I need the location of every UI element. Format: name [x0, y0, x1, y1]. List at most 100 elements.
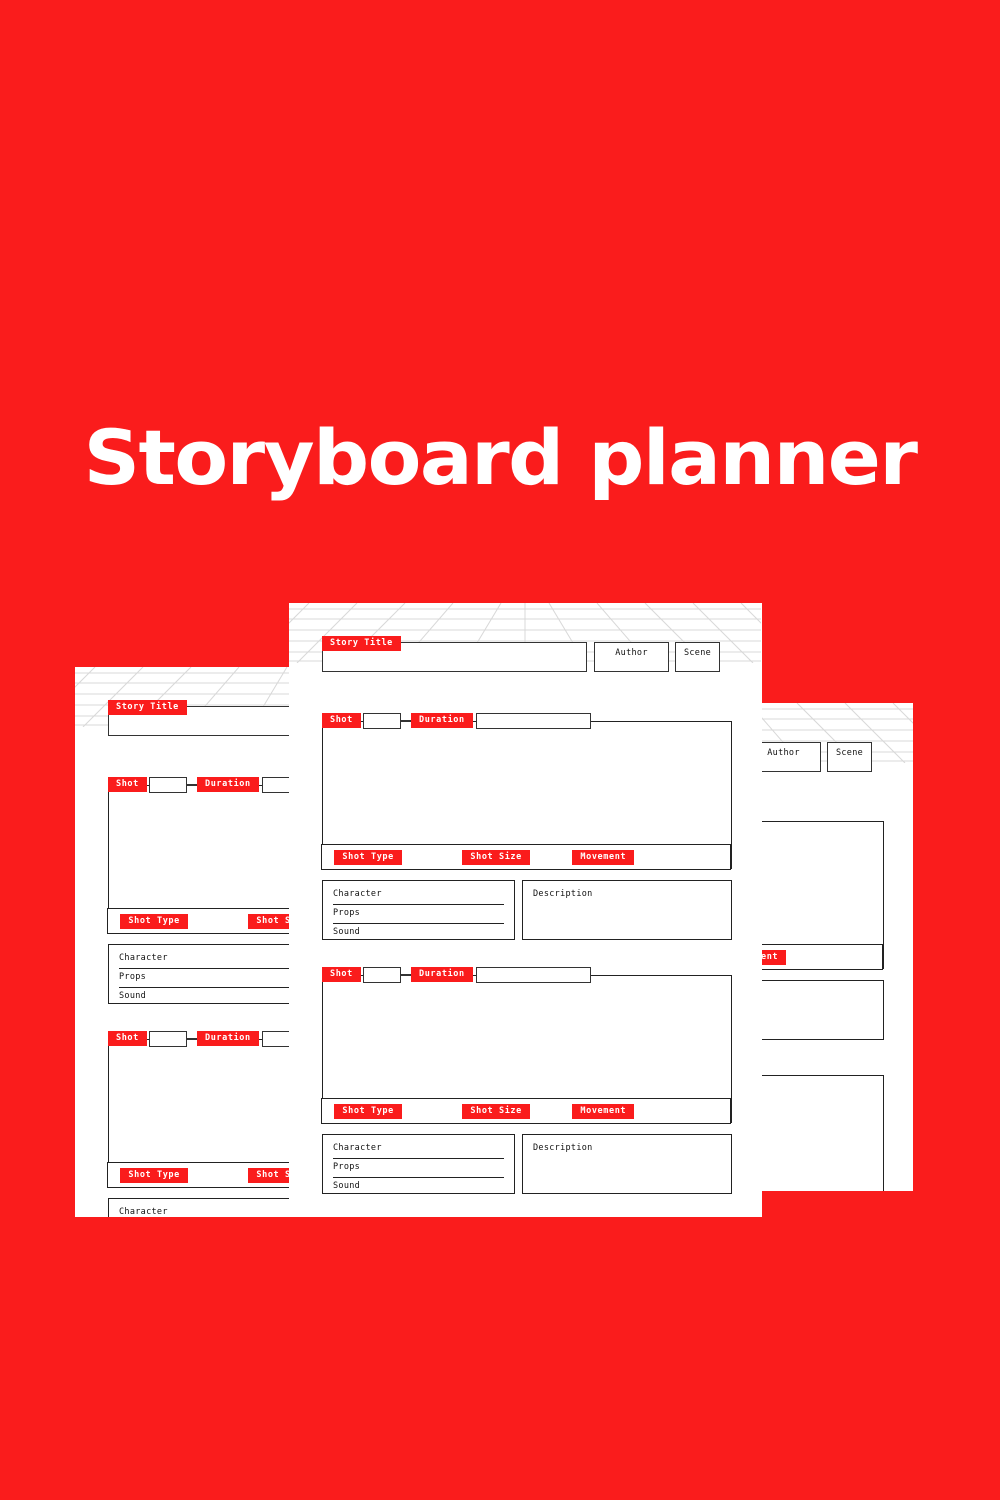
shot-header-row: Shot Duration: [322, 713, 732, 729]
character-props-sound-box[interactable]: Character Props Sound: [322, 1134, 515, 1194]
character-props-sound-box[interactable]: Character Props Sound: [108, 1198, 290, 1217]
shot-label: Shot: [108, 777, 147, 792]
sound-label: Sound: [333, 927, 361, 937]
scene-field[interactable]: Scene: [675, 642, 720, 672]
sound-label: Sound: [119, 991, 147, 1001]
storyboard-frame-canvas[interactable]: Shot Type Shot Size Movement: [321, 975, 732, 1124]
movement-label: Movement: [762, 949, 787, 965]
shot-block: Shot Duration Shot Type Shot Size Moveme…: [762, 1067, 884, 1191]
character-label: Character: [333, 1142, 504, 1159]
shot-block: Shot Duration Shot Type Shot Size Moveme…: [321, 967, 732, 1194]
character-props-sound-box[interactable]: Character Props Sound: [108, 944, 290, 1004]
storyboard-sheet-left: Story Title Author Scene Shot Duration S…: [75, 667, 290, 1217]
shot-label: Shot: [322, 713, 361, 728]
movement-label: Movement: [572, 1103, 635, 1119]
shot-block: Shot Duration Shot Type Shot Size Moveme…: [762, 813, 884, 1040]
shot-type-label: Shot Type: [120, 913, 188, 929]
shot-size-label: Shot Size: [462, 849, 530, 865]
shot-block: Shot Duration Shot Type Shot Size Moveme…: [107, 1031, 290, 1217]
sheet-content: Story Title Author Scene Shot Duration S…: [762, 703, 913, 1191]
shot-number-input[interactable]: [363, 967, 401, 983]
connector-dash-icon: [401, 974, 411, 976]
shot-attributes-bar: Shot Type Shot Size Movement: [107, 907, 290, 934]
scene-label: Scene: [835, 748, 864, 758]
description-box[interactable]: Description: [522, 880, 732, 940]
character-label: Character: [333, 888, 504, 905]
connector-dash-icon: [187, 1038, 197, 1040]
shot-details-row: Character Props Sound Description: [108, 944, 290, 1004]
sheet-header: Story Title Author Scene: [762, 736, 884, 772]
shot-size-label: Shot Size: [248, 1167, 290, 1183]
props-label: Props: [333, 1161, 504, 1178]
storyboard-frame-canvas[interactable]: Shot Type Shot Size Movement: [107, 785, 290, 934]
description-label: Description: [762, 988, 873, 1001]
storyboard-frame-canvas[interactable]: Shot Type Shot Size Movement: [762, 821, 884, 970]
shot-details-row: Character Props Sound Description: [322, 880, 732, 940]
duration-input[interactable]: [476, 713, 591, 729]
duration-input[interactable]: [262, 777, 290, 793]
page-title: Storyboard planner: [83, 413, 918, 502]
connector-dash-icon: [401, 720, 411, 722]
shot-number-input[interactable]: [149, 1031, 187, 1047]
movement-label: Movement: [572, 849, 635, 865]
props-label: Props: [119, 971, 290, 988]
character-label: Character: [119, 1206, 290, 1217]
connector-dash-icon: [187, 784, 197, 786]
page-title-container: Storyboard planner: [0, 408, 1000, 508]
storyboard-frame-canvas[interactable]: Shot Type Shot Size Movement: [321, 721, 732, 870]
story-title-label: Story Title: [108, 700, 187, 715]
story-title-label: Story Title: [322, 636, 401, 651]
shot-size-label: Shot Size: [462, 1103, 530, 1119]
duration-label: Duration: [197, 777, 259, 792]
shot-label: Shot: [322, 967, 361, 982]
author-label: Author: [767, 748, 800, 758]
shot-size-label: Shot Size: [248, 913, 290, 929]
character-label: Character: [119, 952, 290, 969]
duration-label: Duration: [411, 967, 473, 982]
storyboard-sheet-right: Story Title Author Scene Shot Duration S…: [762, 703, 913, 1191]
storyboard-sheet-center: Story Title Author Scene Shot Duration S…: [289, 603, 762, 1217]
shot-number-input[interactable]: [149, 777, 187, 793]
description-box[interactable]: Description: [522, 1134, 732, 1194]
shot-type-label: Shot Type: [334, 1103, 402, 1119]
duration-label: Duration: [197, 1031, 259, 1046]
shot-header-row: Shot Duration: [762, 813, 884, 829]
scene-field[interactable]: Scene: [827, 742, 872, 772]
shot-block: Shot Duration Shot Type Shot Size Moveme…: [107, 777, 290, 1004]
sheet-header: Story Title Author Scene: [322, 636, 732, 672]
character-props-sound-box[interactable]: Character Props Sound: [322, 880, 515, 940]
description-label: Description: [533, 889, 593, 899]
duration-label: Duration: [411, 713, 473, 728]
scene-label: Scene: [683, 648, 712, 658]
description-label: Description: [533, 1143, 593, 1153]
author-field[interactable]: Author: [762, 742, 821, 772]
shot-attributes-bar: Shot Type Shot Size Movement: [107, 1161, 290, 1188]
shot-header-row: Shot Duration: [108, 777, 290, 793]
shot-details-row: Character Props Sound Description: [762, 980, 884, 1040]
duration-input[interactable]: [262, 1031, 290, 1047]
storyboard-frame-canvas[interactable]: Shot Type Shot Size Movement: [762, 1075, 884, 1191]
shot-number-input[interactable]: [363, 713, 401, 729]
shot-attributes-bar: Shot Type Shot Size Movement: [321, 1097, 732, 1124]
storyboard-frame-canvas[interactable]: Shot Type Shot Size Movement: [107, 1039, 290, 1188]
shot-type-label: Shot Type: [120, 1167, 188, 1183]
sheet-content: Story Title Author Scene Shot Duration S…: [75, 667, 290, 1217]
shot-details-row: Character Props Sound Description: [108, 1198, 290, 1217]
shot-details-row: Character Props Sound Description: [322, 1134, 732, 1194]
props-label: Props: [333, 907, 504, 924]
sheet-header: Story Title Author Scene: [108, 700, 290, 736]
author-field[interactable]: Author: [594, 642, 669, 672]
description-box[interactable]: Description: [762, 980, 884, 1040]
sound-label: Sound: [333, 1181, 361, 1191]
shot-header-row: Shot Duration: [108, 1031, 290, 1047]
shot-block: Shot Duration Shot Type Shot Size Moveme…: [321, 713, 732, 940]
shot-header-row: Shot Duration: [322, 967, 732, 983]
shot-header-row: Shot Duration: [762, 1067, 884, 1083]
shot-attributes-bar: Shot Type Shot Size Movement: [762, 943, 884, 970]
shot-label: Shot: [108, 1031, 147, 1046]
shot-type-label: Shot Type: [334, 849, 402, 865]
shot-attributes-bar: Shot Type Shot Size Movement: [321, 843, 732, 870]
duration-input[interactable]: [476, 967, 591, 983]
author-label: Author: [615, 648, 648, 658]
sheet-content: Story Title Author Scene Shot Duration S…: [289, 603, 761, 1217]
